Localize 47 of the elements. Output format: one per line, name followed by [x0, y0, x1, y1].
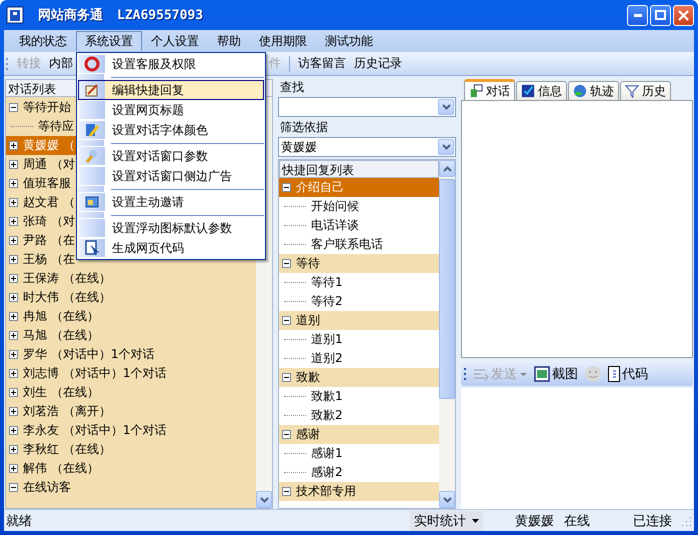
- tree-item-label: 刘生 （在线）: [23, 384, 99, 401]
- status-message: 就绪: [5, 512, 33, 530]
- tree-item-label: 等待开始: [23, 99, 71, 116]
- group-label: 介绍自己: [296, 179, 344, 196]
- tree-item-label: 赵文君 （: [23, 194, 75, 211]
- connection-status: 已连接: [632, 512, 672, 530]
- presence-status: 在线: [563, 512, 590, 530]
- tree-item-label: 周通 （对: [23, 156, 75, 173]
- list-header: 快捷回复列表: [279, 160, 439, 178]
- group-label: 感谢: [296, 426, 320, 443]
- reply-label: 电话详谈: [311, 217, 359, 234]
- tree-item-label: 刘志博 （对话中）1个对话: [23, 365, 166, 382]
- tree-item-label: 尹路 （在: [23, 232, 75, 249]
- user-name: 黄媛媛: [514, 512, 554, 530]
- reply-label: 致歉1: [311, 388, 343, 405]
- tree-item-label: 冉旭 （在线）: [23, 308, 99, 325]
- group-label: 道别: [296, 312, 320, 329]
- tree-item-label: 黄媛媛 （: [23, 137, 75, 154]
- reply-label: 致歉2: [311, 407, 343, 424]
- tree-item-label: 在线访客: [23, 479, 71, 496]
- reply-label: 感谢2: [311, 464, 343, 481]
- group-label: 技术部专用: [296, 483, 356, 500]
- reply-label: 感谢1: [311, 445, 343, 462]
- tree-item-label: 值班客服: [23, 175, 71, 192]
- group-label: 致歉: [296, 369, 320, 386]
- tree-item-label: 刘茗浩 （离开）: [23, 403, 111, 420]
- tree-item-label: 等待应: [38, 118, 74, 135]
- tree-item-label: 张琦 （对: [23, 213, 75, 230]
- window-title: 网站商务通: [38, 6, 103, 24]
- tree-item-label: 解伟 （在线）: [23, 460, 99, 477]
- reply-label: 开始问候: [311, 198, 359, 215]
- tree-item-label: 马旭 （在线）: [23, 327, 99, 344]
- tree-item-label: 时大伟 （在线）: [23, 289, 111, 306]
- field-label: 查找: [279, 79, 305, 95]
- reply-label: 客户联系电话: [311, 236, 383, 253]
- reply-label: 等待2: [311, 293, 343, 310]
- tree-item-label: 李永友 （对话中）1个对话: [23, 422, 166, 439]
- reply-label: 等待1: [311, 274, 343, 291]
- tree-item-label: 王杨 （在: [23, 251, 75, 268]
- tree-item-label: 王保涛 （在线）: [23, 270, 111, 287]
- tree-item-label: 罗华 （对话中）1个对话: [23, 346, 154, 363]
- reply-label: 道别2: [311, 350, 343, 367]
- reply-label: 道别1: [311, 331, 343, 348]
- group-label: 等待: [296, 255, 320, 272]
- tree-item-label: 李秋红 （在线）: [23, 441, 111, 458]
- field-label: 筛选依据: [279, 119, 329, 135]
- account-id: LZA69557093: [117, 8, 204, 22]
